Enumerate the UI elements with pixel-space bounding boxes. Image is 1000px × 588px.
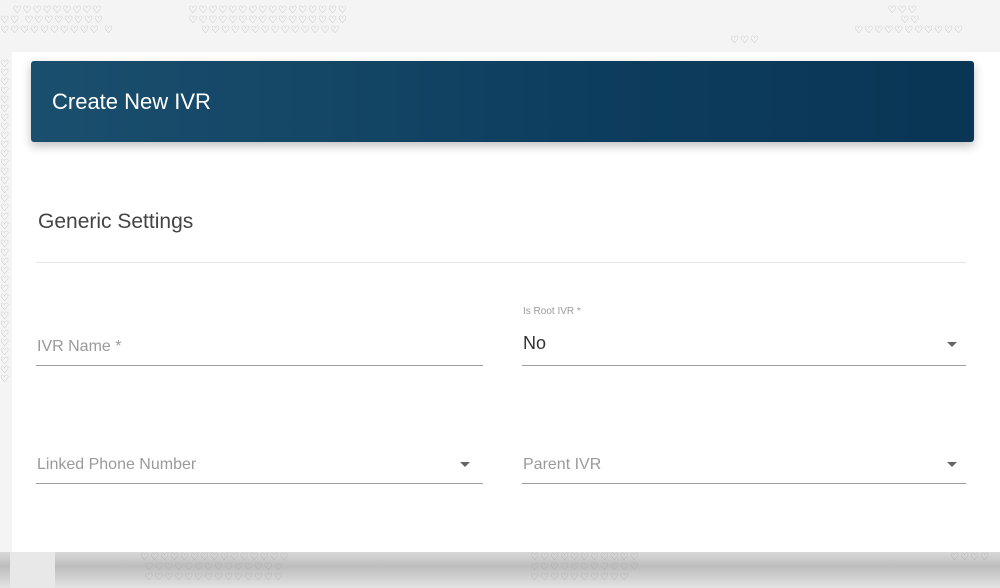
bottom-bar-edge bbox=[10, 552, 55, 588]
page-header: Create New IVR bbox=[31, 61, 974, 142]
heart-pattern-icon: ♡♡♡♡♡♡♡♡♡♡♡♡♡♡♡♡ ♡♡♡♡♡♡♡♡♡♡♡♡♡♡♡♡ ♡♡♡♡♡♡… bbox=[188, 5, 348, 36]
parent-ivr-placeholder: Parent IVR bbox=[523, 456, 602, 473]
is-root-ivr-value: No bbox=[523, 333, 547, 353]
page-title: Create New IVR bbox=[52, 88, 211, 114]
parent-ivr-select[interactable]: Parent IVR bbox=[522, 446, 966, 484]
section-divider bbox=[36, 262, 966, 263]
heart-pattern-icon: ♡♡♡♡♡♡♡♡♡♡♡ ♡♡♡♡♡♡♡♡♡♡♡ ♡♡♡♡♡♡♡♡♡♡ bbox=[530, 552, 640, 583]
heart-pattern-icon: ♡♡♡♡♡♡♡♡♡♡♡♡♡♡♡ ♡♡♡♡♡♡♡♡♡♡♡♡♡♡ ♡♡♡♡♡♡♡♡♡… bbox=[140, 552, 290, 583]
linked-phone-number-placeholder: Linked Phone Number bbox=[37, 456, 197, 473]
heart-pattern-icon: ♡♡♡ bbox=[730, 35, 760, 46]
heart-pattern-icon: ♡ ♡ ♡ ♡ ♡ ♡ ♡ ♡ ♡ ♡ ♡ ♡ ♡ ♡ ♡ ♡ ♡ ♡ ♡ ♡ … bbox=[0, 59, 10, 385]
heart-pattern-icon: ♡♡♡♡♡♡♡♡♡ ♡♡ ♡♡♡♡♡♡♡♡ ♡♡♡♡♡♡♡♡♡♡ ♡ bbox=[0, 5, 114, 36]
section-title: Generic Settings bbox=[38, 210, 194, 233]
is-root-ivr-select[interactable]: Is Root IVR * No bbox=[522, 300, 966, 366]
linked-phone-number-select[interactable]: Linked Phone Number bbox=[36, 446, 483, 484]
heart-pattern-icon: ♡♡♡ ♡♡ ♡♡♡♡♡♡♡♡♡♡♡ bbox=[854, 5, 964, 36]
caret-down-icon bbox=[947, 462, 957, 467]
ivr-name-field[interactable]: IVR Name * bbox=[36, 328, 483, 366]
ivr-name-placeholder: IVR Name * bbox=[37, 338, 122, 355]
is-root-ivr-label: Is Root IVR * bbox=[523, 306, 581, 317]
caret-down-icon bbox=[947, 342, 957, 347]
heart-pattern-icon: ♡♡♡♡ bbox=[950, 552, 990, 563]
caret-down-icon bbox=[460, 462, 470, 467]
